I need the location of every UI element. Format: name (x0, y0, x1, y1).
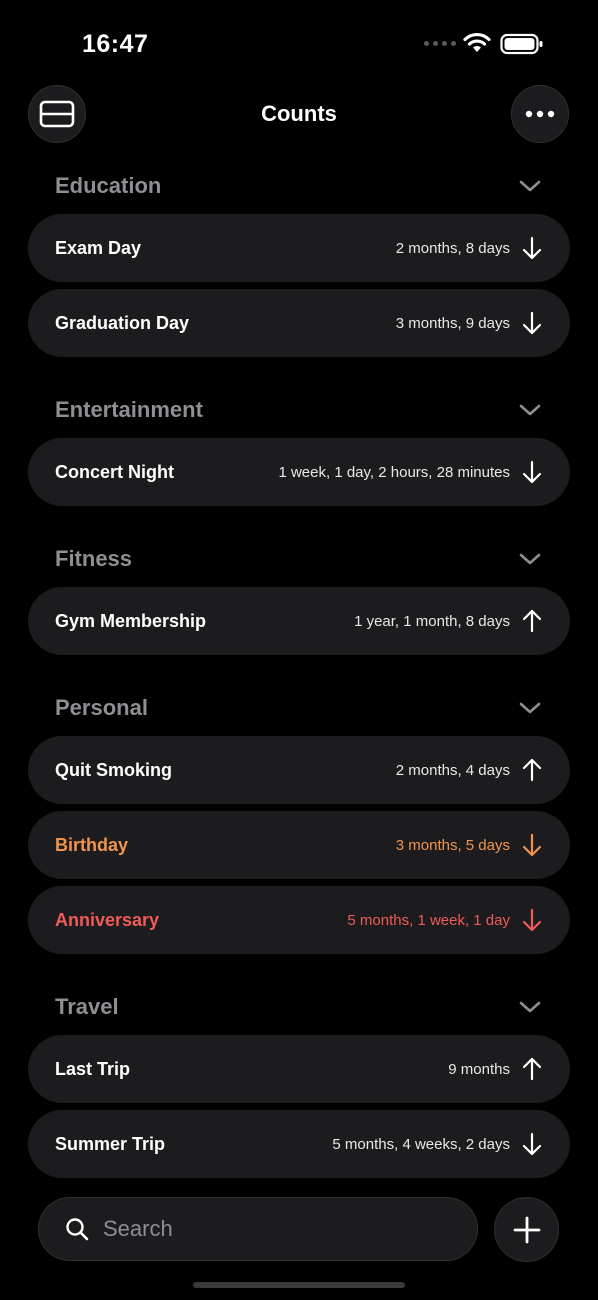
status-time: 16:47 (82, 30, 149, 58)
count-row-summer-trip[interactable]: Summer Trip 5 months, 4 weeks, 2 days (28, 1110, 570, 1178)
home-indicator[interactable] (193, 1282, 405, 1288)
arrow-down-icon (522, 1132, 542, 1156)
section-title: Fitness (55, 546, 133, 571)
section-title: Travel (55, 994, 119, 1019)
arrow-down-icon (522, 833, 542, 857)
arrow-down-icon (522, 460, 542, 484)
wifi-icon (463, 32, 491, 52)
chevron-down-icon[interactable] (518, 995, 542, 1019)
more-options-button[interactable] (511, 85, 569, 143)
count-value: 3 months, 5 days (395, 836, 510, 854)
cellular-signal-icon (424, 41, 456, 46)
search-placeholder: Search (103, 1216, 173, 1241)
search-icon (66, 1218, 89, 1241)
arrow-up-icon (522, 758, 542, 782)
count-name: Graduation Day (55, 312, 190, 333)
count-value: 2 months, 8 days (395, 239, 510, 257)
count-name: Last Trip (55, 1058, 131, 1079)
count-value: 1 year, 1 month, 8 days (354, 612, 510, 630)
count-name: Birthday (55, 834, 129, 855)
page-title: Counts (261, 101, 337, 126)
section-header-education[interactable]: Education (55, 166, 570, 206)
arrow-up-icon (522, 609, 542, 633)
count-value: 9 months (448, 1060, 510, 1078)
section-header-entertainment[interactable]: Entertainment (55, 390, 570, 430)
count-row-concert-night[interactable]: Concert Night 1 week, 1 day, 2 hours, 28… (28, 438, 570, 506)
section-header-fitness[interactable]: Fitness (55, 539, 570, 579)
count-row-graduation-day[interactable]: Graduation Day 3 months, 9 days (28, 289, 570, 357)
chevron-down-icon[interactable] (518, 547, 542, 571)
section-header-travel[interactable]: Travel (55, 987, 570, 1027)
count-row-quit-smoking[interactable]: Quit Smoking 2 months, 4 days (28, 736, 570, 804)
arrow-down-icon (522, 236, 542, 260)
count-name: Concert Night (55, 461, 174, 482)
count-name: Exam Day (55, 237, 142, 258)
arrow-down-icon (522, 908, 542, 932)
section-title: Education (55, 173, 162, 198)
count-value: 5 months, 4 weeks, 2 days (332, 1135, 510, 1153)
count-row-gym-membership[interactable]: Gym Membership 1 year, 1 month, 8 days (28, 587, 570, 655)
count-name: Gym Membership (55, 610, 207, 631)
search-bar[interactable]: Search (38, 1197, 478, 1261)
count-row-exam-day[interactable]: Exam Day 2 months, 8 days (28, 214, 570, 282)
section-title: Personal (55, 695, 148, 720)
plus-icon (513, 1216, 540, 1243)
chevron-down-icon[interactable] (518, 174, 542, 198)
battery-icon (500, 33, 543, 55)
ellipsis-icon (525, 110, 555, 118)
arrow-up-icon (522, 1057, 542, 1081)
section-header-personal[interactable]: Personal (55, 688, 570, 728)
count-value: 2 months, 4 days (395, 761, 510, 779)
section-title: Entertainment (55, 397, 203, 422)
status-bar: 16:47 (0, 0, 598, 80)
count-value: 5 months, 1 week, 1 day (347, 911, 510, 929)
count-name: Anniversary (55, 909, 160, 930)
count-row-anniversary[interactable]: Anniversary 5 months, 1 week, 1 day (28, 886, 570, 954)
add-count-button[interactable] (494, 1197, 559, 1262)
count-row-last-trip[interactable]: Last Trip 9 months (28, 1035, 570, 1103)
arrow-down-icon (522, 311, 542, 335)
chevron-down-icon[interactable] (518, 398, 542, 422)
count-value: 1 week, 1 day, 2 hours, 28 minutes (278, 463, 510, 481)
count-name: Summer Trip (55, 1133, 166, 1154)
count-value: 3 months, 9 days (395, 314, 510, 332)
chevron-down-icon[interactable] (518, 696, 542, 720)
count-row-birthday[interactable]: Birthday 3 months, 5 days (28, 811, 570, 879)
count-name: Quit Smoking (55, 759, 172, 780)
